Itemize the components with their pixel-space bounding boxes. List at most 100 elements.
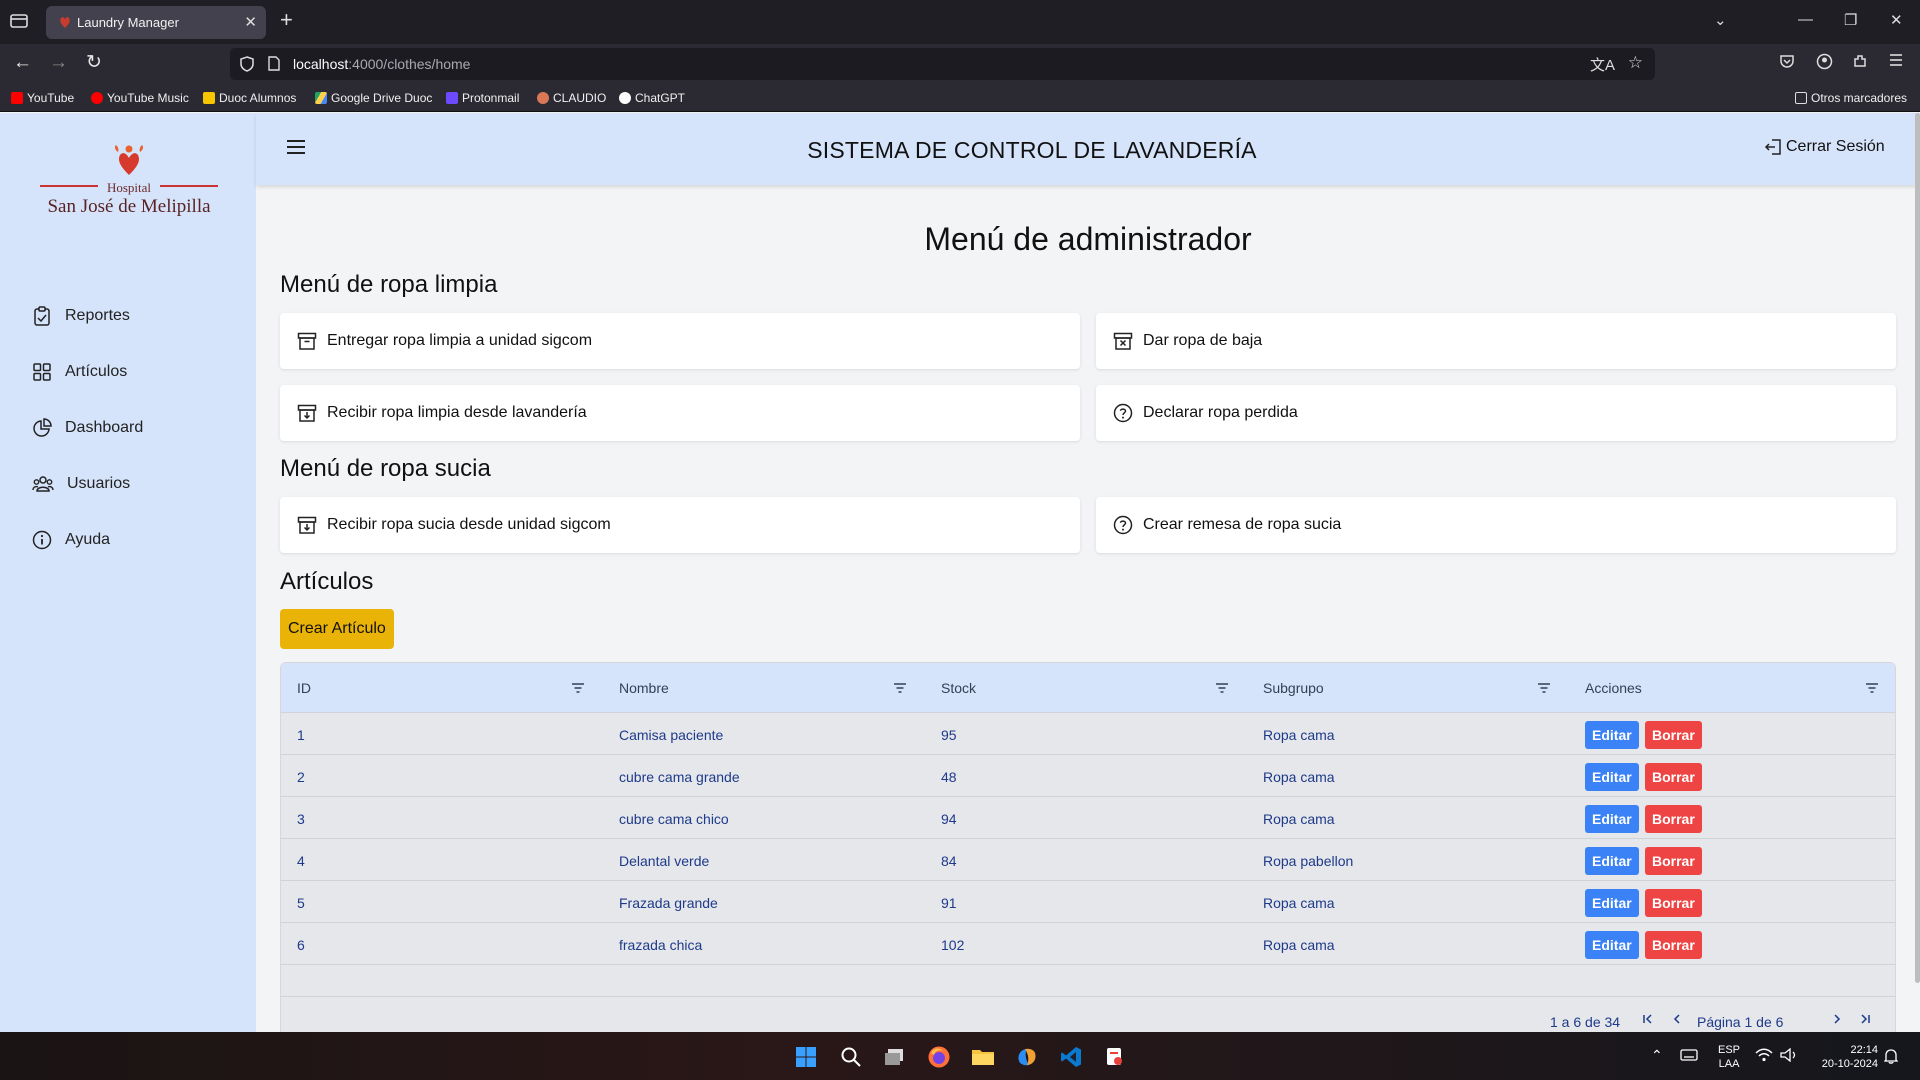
delete-button[interactable]: Borrar (1645, 721, 1702, 749)
logo-rule-right (160, 185, 218, 187)
new-tab-icon[interactable]: + (280, 9, 293, 31)
translate-icon[interactable]: 文A (1590, 54, 1615, 75)
volume-icon[interactable] (1780, 1047, 1798, 1066)
table-row[interactable]: 6 frazada chica 102 Ropa cama Editar Bor… (281, 923, 1895, 965)
edit-button[interactable]: Editar (1585, 763, 1639, 791)
edit-button[interactable]: Editar (1585, 931, 1639, 959)
search-icon[interactable] (838, 1044, 864, 1070)
create-article-button[interactable]: Crear Artículo (280, 609, 394, 649)
sidebar-item-ayuda[interactable]: Ayuda (32, 512, 232, 568)
column-header-id[interactable]: ID (297, 680, 311, 696)
edit-button[interactable]: Editar (1585, 889, 1639, 917)
minimize-icon[interactable]: — (1798, 11, 1813, 28)
table-row[interactable]: 2 cubre cama grande 48 Ropa cama Editar … (281, 755, 1895, 797)
table-row[interactable]: 3 cubre cama chico 94 Ropa cama Editar B… (281, 797, 1895, 839)
pocket-icon[interactable] (1779, 53, 1795, 74)
page-scrollbar[interactable] (1915, 113, 1920, 983)
firefox-icon[interactable] (926, 1044, 952, 1070)
sidebar-item-label: Artículos (65, 363, 128, 380)
keyboard-icon[interactable] (1680, 1049, 1698, 1065)
action-crear-remesa-ropa-sucia[interactable]: Crear remesa de ropa sucia (1096, 497, 1896, 553)
bookmark-youtube[interactable]: YouTube (11, 91, 74, 105)
show-hidden-icons-icon[interactable]: ⌃ (1651, 1048, 1663, 1062)
action-recibir-ropa-limpia[interactable]: Recibir ropa limpia desde lavandería (280, 385, 1080, 441)
hospital-favicon-icon (58, 15, 72, 29)
filter-icon[interactable] (1537, 681, 1551, 699)
close-tab-icon[interactable]: ✕ (244, 13, 257, 31)
sidebar-item-usuarios[interactable]: Usuarios (32, 456, 232, 512)
close-window-icon[interactable]: ✕ (1890, 11, 1903, 29)
table-row[interactable]: 4 Delantal verde 84 Ropa pabellon Editar… (281, 839, 1895, 881)
action-recibir-ropa-sucia[interactable]: Recibir ropa sucia desde unidad sigcom (280, 497, 1080, 553)
last-page-icon[interactable] (1859, 1012, 1871, 1028)
sidebar-item-label: Usuarios (67, 475, 131, 492)
filter-icon[interactable] (893, 681, 907, 699)
snipping-tool-icon[interactable] (1102, 1044, 1128, 1070)
table-row[interactable]: 5 Frazada grande 91 Ropa cama Editar Bor… (281, 881, 1895, 923)
cell-id: 4 (297, 853, 305, 869)
bookmark-google-drive-duoc[interactable]: Google Drive Duoc (315, 91, 432, 105)
bookmark-claudio[interactable]: CLAUDIO (537, 91, 606, 105)
cell-nombre: Delantal verde (619, 853, 710, 869)
bookmark-protonmail[interactable]: Protonmail (446, 91, 519, 105)
forward-icon[interactable]: → (49, 53, 68, 73)
clock[interactable]: 22:14 20-10-2024 (1810, 1043, 1878, 1071)
back-icon[interactable]: ← (13, 53, 32, 73)
delete-button[interactable]: Borrar (1645, 763, 1702, 791)
table-row[interactable]: 1 Camisa paciente 95 Ropa cama Editar Bo… (281, 713, 1895, 755)
bookmark-chatgpt[interactable]: ChatGPT (619, 91, 685, 105)
column-header-subgrupo[interactable]: Subgrupo (1263, 680, 1324, 696)
cell-id: 5 (297, 895, 305, 911)
other-bookmarks[interactable]: Otros marcadores (1795, 91, 1907, 105)
url-text[interactable]: localhost:4000/clothes/home (293, 56, 470, 72)
language-indicator[interactable]: ESP LAA (1718, 1043, 1740, 1071)
sidebar-item-dashboard[interactable]: Dashboard (32, 400, 232, 456)
action-entregar-ropa-limpia[interactable]: Entregar ropa limpia a unidad sigcom (280, 313, 1080, 369)
page-info-icon[interactable] (268, 56, 280, 76)
filter-icon[interactable] (1215, 681, 1229, 699)
sidebar-item-reportes[interactable]: Reportes (32, 288, 232, 344)
tab-list-icon[interactable] (9, 12, 31, 32)
delete-button[interactable]: Borrar (1645, 931, 1702, 959)
action-label: Recibir ropa limpia desde lavandería (327, 404, 587, 421)
edit-button[interactable]: Editar (1585, 847, 1639, 875)
shield-icon[interactable] (240, 56, 254, 77)
delete-button[interactable]: Borrar (1645, 805, 1702, 833)
action-dar-ropa-de-baja[interactable]: Dar ropa de baja (1096, 313, 1896, 369)
url-bar[interactable]: localhost:4000/clothes/home 文A ☆ (230, 48, 1655, 80)
edit-button[interactable]: Editar (1585, 805, 1639, 833)
copilot-icon[interactable] (1014, 1044, 1040, 1070)
app-menu-icon[interactable] (1888, 53, 1904, 72)
filter-icon[interactable] (1865, 681, 1879, 699)
next-page-icon[interactable] (1831, 1012, 1843, 1028)
vscode-icon[interactable] (1058, 1044, 1084, 1070)
column-header-acciones[interactable]: Acciones (1585, 680, 1642, 696)
bookmark-star-icon[interactable]: ☆ (1628, 53, 1643, 73)
column-header-stock[interactable]: Stock (941, 680, 976, 696)
filter-icon[interactable] (571, 681, 585, 699)
bookmark-label: CLAUDIO (553, 91, 607, 105)
restore-icon[interactable]: ❐ (1844, 11, 1857, 29)
logout-button[interactable]: Cerrar Sesión (1764, 138, 1885, 156)
task-view-icon[interactable] (882, 1044, 908, 1070)
edit-button[interactable]: Editar (1585, 721, 1639, 749)
windows-start-icon[interactable] (793, 1044, 819, 1070)
tab-overflow-chevron-icon[interactable]: ⌄ (1714, 11, 1727, 29)
delete-button[interactable]: Borrar (1645, 889, 1702, 917)
reload-icon[interactable]: ↻ (86, 53, 102, 73)
notifications-bell-icon[interactable] (1883, 1048, 1899, 1068)
delete-button[interactable]: Borrar (1645, 847, 1702, 875)
previous-page-icon[interactable] (1671, 1012, 1683, 1028)
bookmark-duoc-alumnos[interactable]: Duoc Alumnos (203, 91, 296, 105)
account-icon[interactable] (1816, 53, 1833, 75)
first-page-icon[interactable] (1642, 1012, 1654, 1028)
bookmark-youtube-music[interactable]: YouTube Music (91, 91, 189, 105)
browser-tab-active[interactable]: Laundry Manager ✕ (46, 6, 266, 39)
wifi-icon[interactable] (1755, 1048, 1773, 1066)
action-declarar-ropa-perdida[interactable]: Declarar ropa perdida (1096, 385, 1896, 441)
sidebar-item-articulos[interactable]: Artículos (32, 344, 232, 400)
hospital-logo[interactable]: Hospital San José de Melipilla (38, 143, 220, 223)
column-header-nombre[interactable]: Nombre (619, 680, 669, 696)
extensions-icon[interactable] (1852, 53, 1868, 74)
file-explorer-icon[interactable] (970, 1044, 996, 1070)
